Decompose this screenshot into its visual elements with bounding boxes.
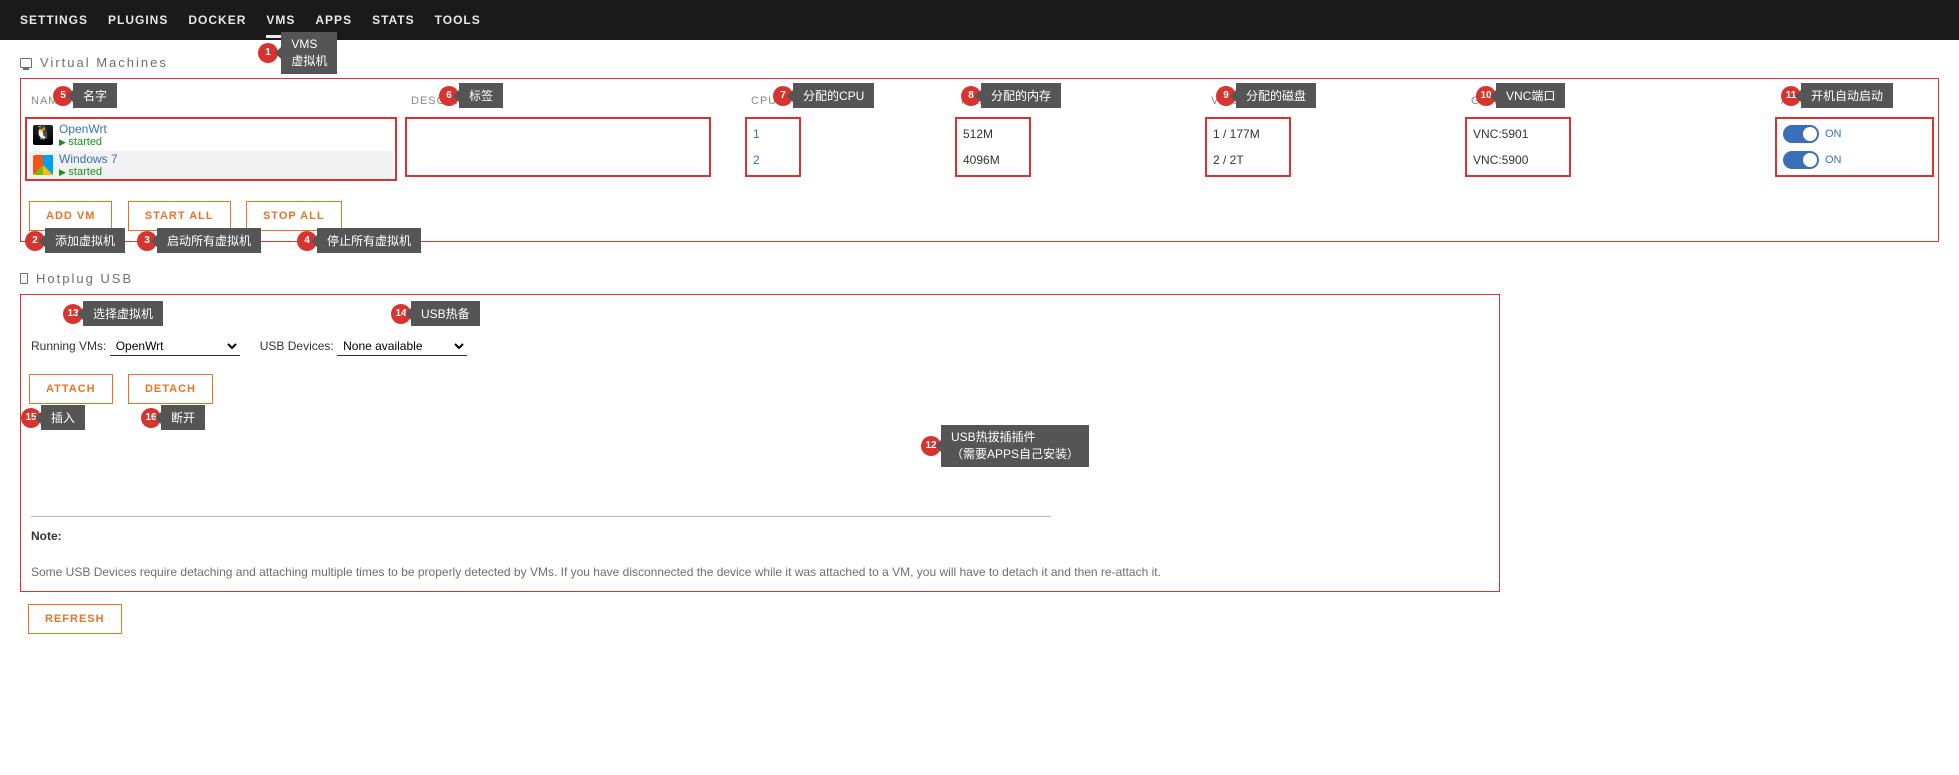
note-body: Some USB Devices require detaching and a…	[31, 565, 1161, 579]
vm-os-icon	[33, 155, 53, 175]
autostart-toggle[interactable]	[1783, 151, 1819, 169]
detach-button[interactable]: DETACH	[128, 374, 213, 404]
callout-14: 14USB热备	[391, 301, 480, 326]
callout-12: 12USB热拔插插件（需要APPS自己安装）	[921, 425, 1089, 467]
autostart-label: ON	[1825, 128, 1842, 140]
callout-10: 10VNC端口	[1476, 83, 1565, 108]
callout-16: 16断开	[141, 405, 205, 430]
autostart-toggle[interactable]	[1783, 125, 1819, 143]
callout-7: 7分配的CPU	[773, 83, 874, 108]
callout-5: 5名字	[53, 83, 117, 108]
callout-4: 4停止所有虚拟机	[297, 228, 421, 253]
note-title: Note:	[31, 529, 62, 543]
autostart-label: ON	[1825, 154, 1842, 166]
vm-panel: 5名字 6标签 7分配的CPU 8分配的内存 9分配的磁盘 10VNC端口 11…	[20, 78, 1939, 242]
vm-graphics: VNC:5900	[1473, 153, 1563, 167]
start-all-button[interactable]: START ALL	[128, 201, 231, 231]
usb-icon	[20, 273, 28, 284]
vm-vdisks: 2 / 2T	[1213, 153, 1283, 167]
vm-status: started	[59, 136, 107, 148]
callout-11: 11开机自动启动	[1781, 83, 1893, 108]
nav-apps[interactable]: APPS	[315, 13, 352, 27]
vm-os-icon	[33, 125, 53, 145]
vm-memory: 512M	[963, 127, 1023, 141]
callout-13: 13选择虚拟机	[63, 301, 163, 326]
callout-6: 6标签	[439, 83, 503, 108]
vm-status: started	[59, 166, 118, 178]
vm-icon	[20, 58, 32, 68]
running-vms-select[interactable]: OpenWrt	[110, 337, 240, 356]
callout-1: 1 VMS虚拟机	[258, 32, 337, 74]
nav-plugins[interactable]: PLUGINS	[108, 13, 168, 27]
add-vm-button[interactable]: ADD VM	[29, 201, 112, 231]
attach-button[interactable]: ATTACH	[29, 374, 113, 404]
vm-cpus[interactable]: 2	[753, 153, 793, 167]
running-vms-label: Running VMs:	[31, 339, 106, 353]
callout-3: 3启动所有虚拟机	[137, 228, 261, 253]
usb-devices-label: USB Devices:	[260, 339, 334, 353]
nav-settings[interactable]: SETTINGS	[20, 13, 88, 27]
vm-memory: 4096M	[963, 153, 1023, 167]
nav-stats[interactable]: STATS	[372, 13, 415, 27]
callout-15: 15插入	[21, 405, 85, 430]
vm-cpus[interactable]: 1	[753, 127, 793, 141]
vm-vdisks: 1 / 177M	[1213, 127, 1283, 141]
vm-graphics: VNC:5901	[1473, 127, 1563, 141]
vm-section-label: Virtual Machines	[40, 55, 168, 70]
vm-name-link[interactable]: Windows 7	[59, 152, 118, 166]
callout-label-1: VMS虚拟机	[281, 32, 337, 74]
nav-tools[interactable]: TOOLS	[435, 13, 481, 27]
nav-docker[interactable]: DOCKER	[188, 13, 246, 27]
vm-name-link[interactable]: OpenWrt	[59, 122, 107, 136]
callout-8: 8分配的内存	[961, 83, 1061, 108]
callout-9: 9分配的磁盘	[1216, 83, 1316, 108]
result-label: Result:	[21, 414, 1499, 426]
refresh-button[interactable]: REFRESH	[28, 604, 122, 634]
usb-panel: 13选择虚拟机 14USB热备 12USB热拔插插件（需要APPS自己安装） 1…	[20, 294, 1500, 592]
usb-section-label: Hotplug USB	[36, 271, 133, 286]
callout-2: 2添加虚拟机	[25, 228, 125, 253]
usb-section-title: Hotplug USB	[20, 256, 1939, 294]
stop-all-button[interactable]: STOP ALL	[246, 201, 342, 231]
usb-devices-select[interactable]: None available	[337, 337, 467, 356]
